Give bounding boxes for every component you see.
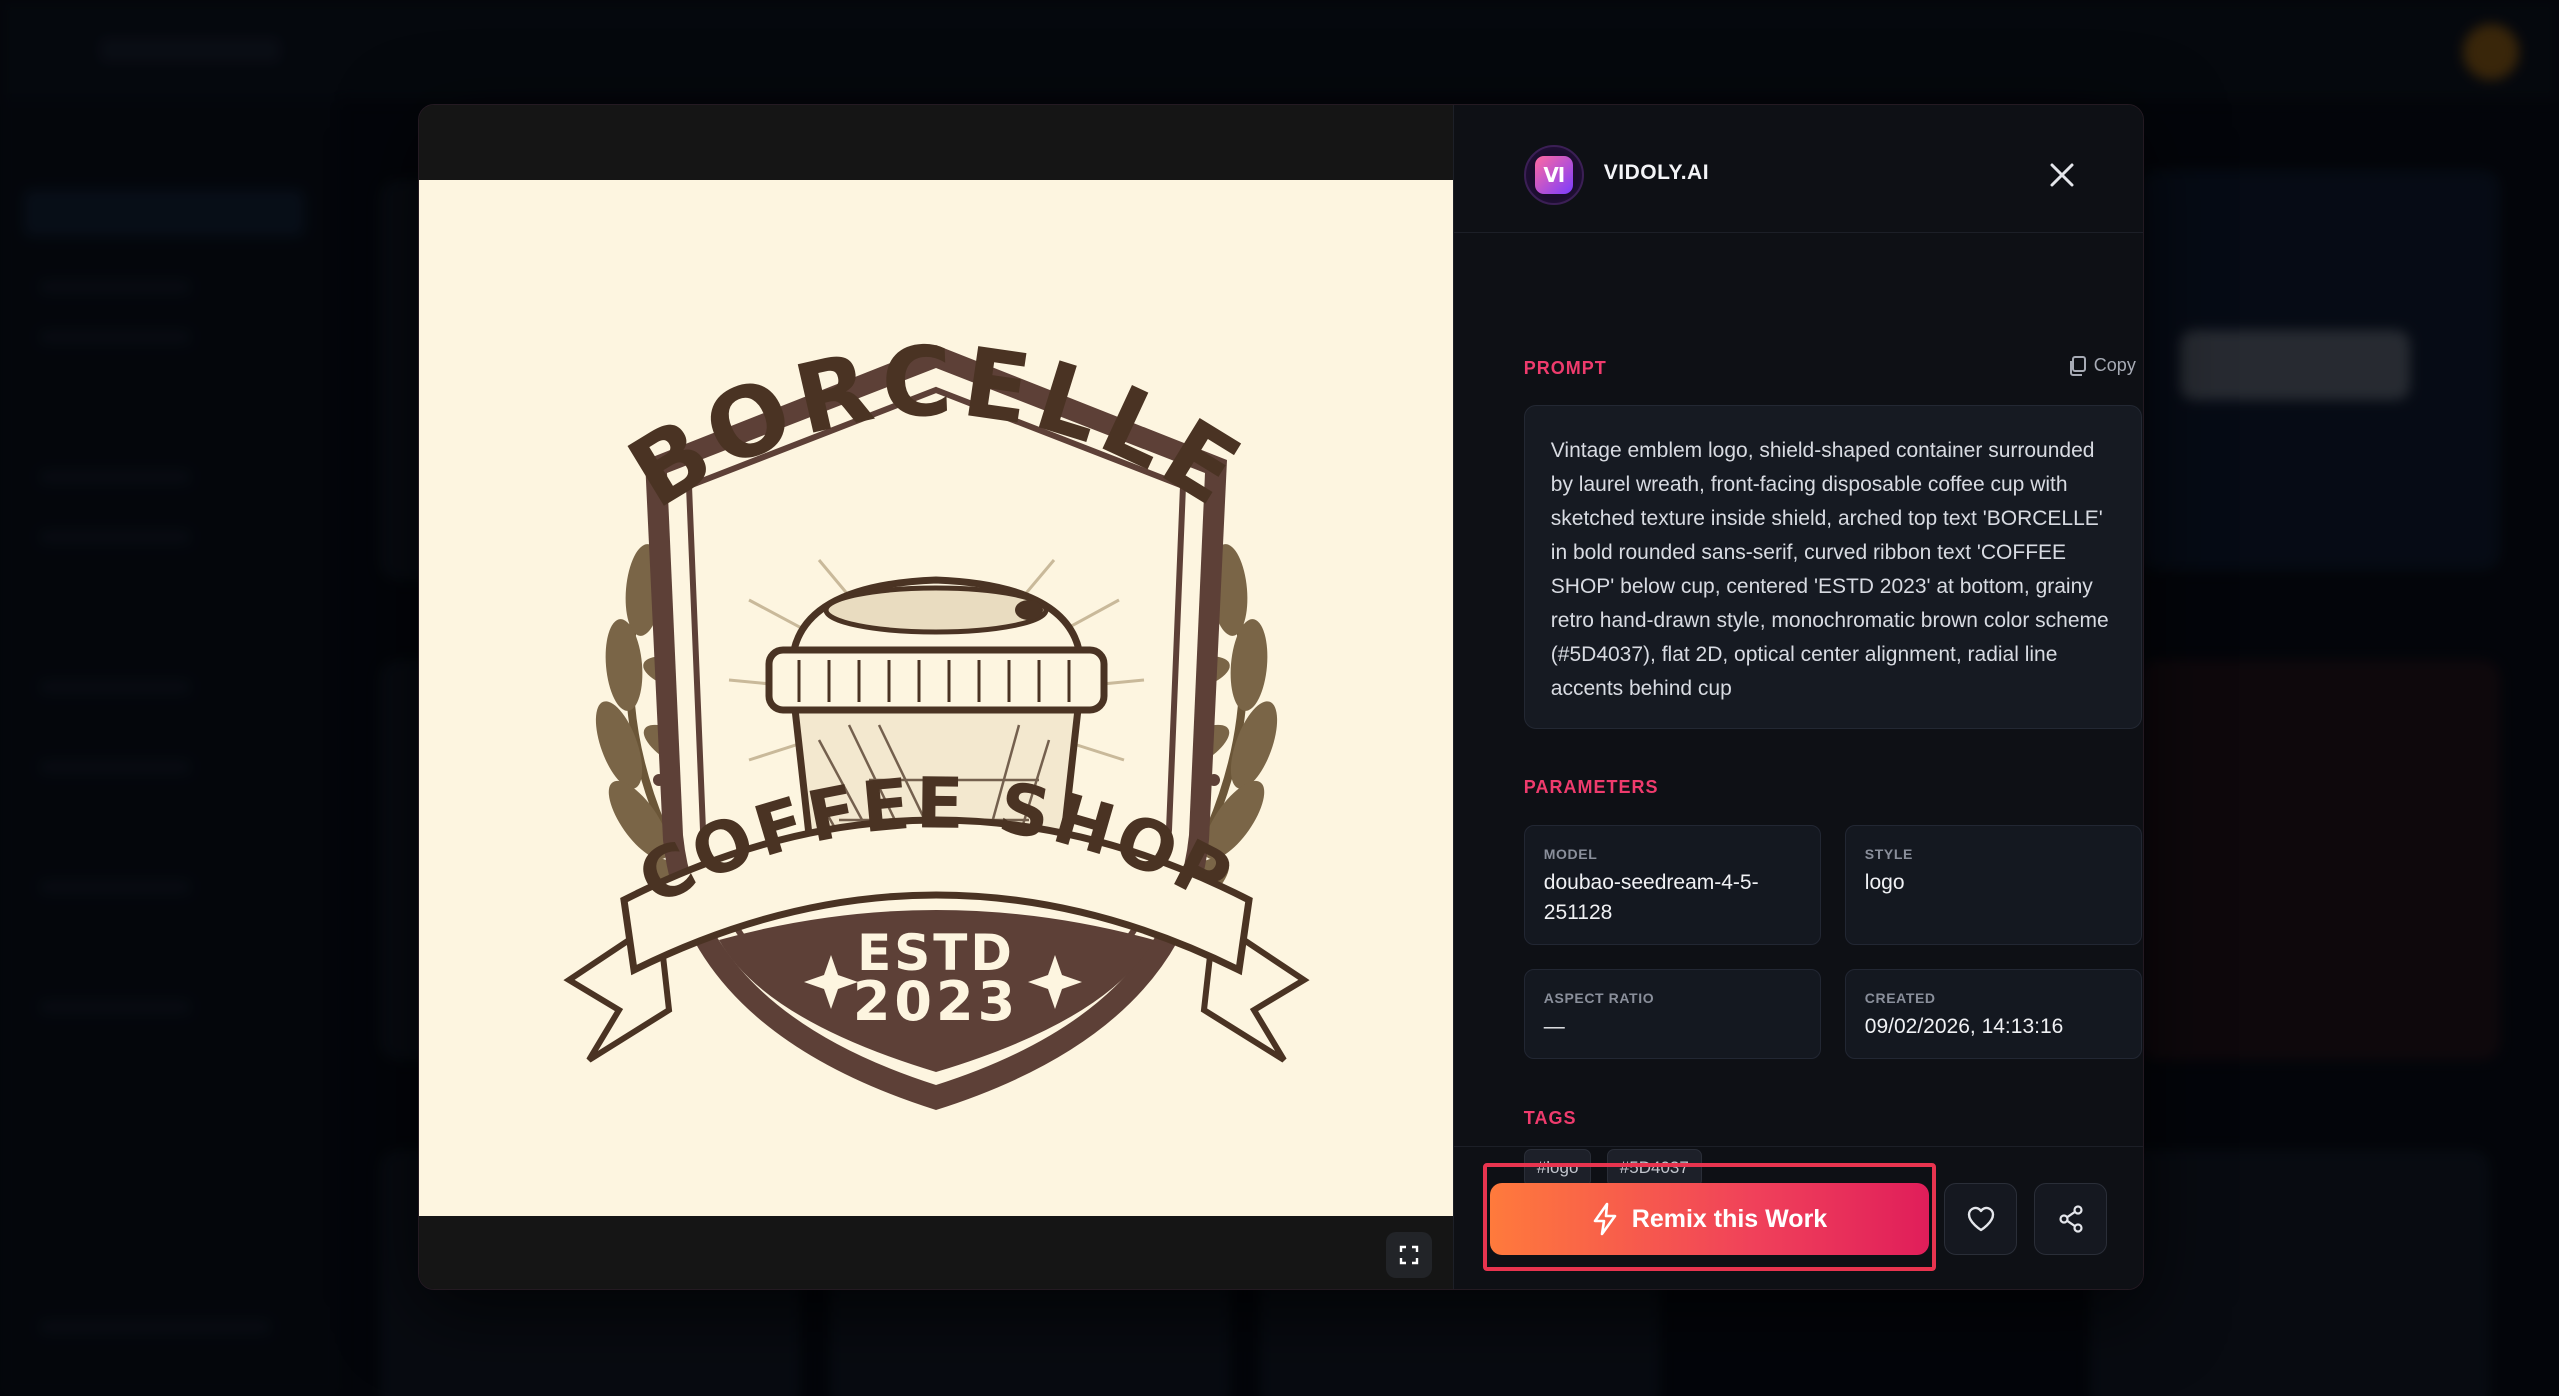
remix-button[interactable]: Remix this Work xyxy=(1490,1183,1929,1255)
share-icon xyxy=(2058,1205,2083,1233)
copy-icon xyxy=(2069,355,2086,376)
created-value: 09/02/2026, 14:13:16 xyxy=(1864,1015,2064,1038)
generated-artwork: BORCELLE COFFEE SHOP ESTD 2023 xyxy=(419,180,1454,1216)
brand-name[interactable]: VIDOLY.AI xyxy=(1604,161,1709,185)
style-value: logo xyxy=(1864,871,1905,894)
like-button[interactable] xyxy=(1944,1183,2017,1255)
copy-label: Copy xyxy=(2093,355,2136,375)
parameter-style: STYLE logo xyxy=(1844,825,2142,945)
parameter-aspect-ratio: ASPECT RATIO — xyxy=(1523,969,1821,1059)
brand-badge: VI xyxy=(1534,156,1573,194)
coffee-logo-illustration: BORCELLE COFFEE SHOP ESTD 2023 xyxy=(419,180,1454,1216)
prompt-text: Vintage emblem logo, shield-shaped conta… xyxy=(1523,405,2142,729)
details-panel: VI VIDOLY.AI PROMPT Copy Vintage emblem … xyxy=(1452,105,2143,1289)
footer-divider xyxy=(1453,1146,2143,1147)
close-icon xyxy=(2050,163,2074,187)
fullscreen-icon xyxy=(1399,1245,1419,1265)
parameters-label: PARAMETERS xyxy=(1523,777,1659,797)
tags-label: TAGS xyxy=(1523,1108,1577,1128)
aspect-ratio-label: ASPECT RATIO xyxy=(1543,990,1655,1006)
style-label: STYLE xyxy=(1864,846,1913,862)
lightning-icon xyxy=(1593,1202,1617,1236)
parameter-created: CREATED 09/02/2026, 14:13:16 xyxy=(1844,969,2142,1059)
artwork-year-text: 2023 xyxy=(853,970,1019,1033)
brand-avatar[interactable]: VI xyxy=(1523,145,1584,205)
fullscreen-button[interactable] xyxy=(1386,1232,1432,1278)
work-detail-modal: BORCELLE COFFEE SHOP ESTD 2023 VI VIDOLY… xyxy=(418,104,2144,1290)
aspect-ratio-value: — xyxy=(1543,1015,1565,1038)
parameter-model: MODEL doubao-seedream-4-5-251128 xyxy=(1523,825,1821,945)
media-viewer: BORCELLE COFFEE SHOP ESTD 2023 xyxy=(419,105,1454,1289)
close-button[interactable] xyxy=(2042,155,2082,195)
heart-icon xyxy=(1967,1206,1994,1232)
share-button[interactable] xyxy=(2034,1183,2107,1255)
copy-button[interactable]: Copy xyxy=(2068,355,2136,376)
created-label: CREATED xyxy=(1864,990,1936,1006)
model-value: doubao-seedream-4-5-251128 xyxy=(1543,871,1759,924)
model-label: MODEL xyxy=(1543,846,1598,862)
remix-label: Remix this Work xyxy=(1631,1204,1828,1233)
prompt-label: PROMPT xyxy=(1523,358,1607,378)
